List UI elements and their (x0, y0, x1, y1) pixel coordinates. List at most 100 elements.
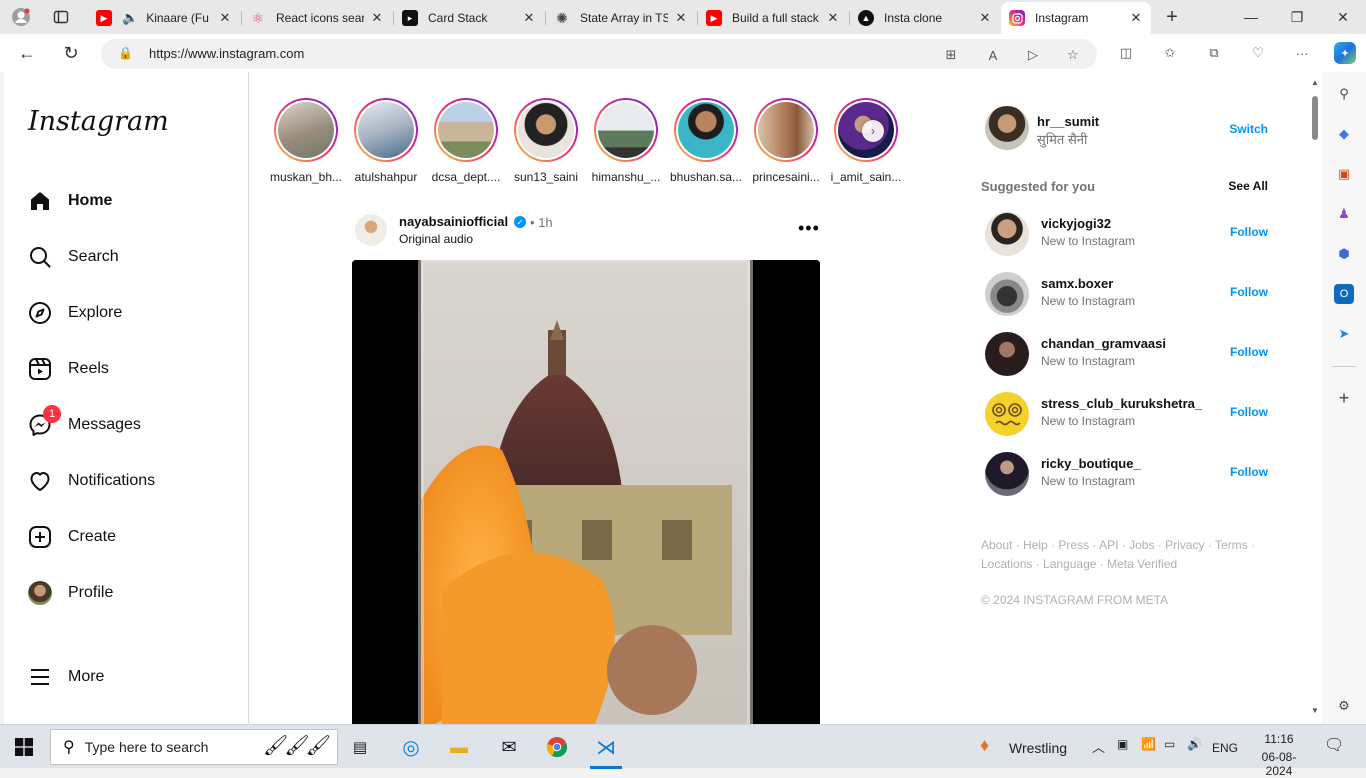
media-icon[interactable]: ▷ (1023, 45, 1043, 65)
story-item[interactable]: bhushan.sa... (668, 98, 744, 184)
chevron-up-icon[interactable]: ︿ (1092, 737, 1105, 756)
tab-card-stack[interactable]: ▸ Card Stack ✕ (394, 4, 544, 32)
close-icon[interactable]: ✕ (218, 10, 232, 26)
add-icon[interactable]: + (1334, 388, 1354, 408)
footer-link[interactable]: API (1099, 538, 1118, 552)
story-item[interactable]: i_amit_sain... (828, 98, 904, 184)
suggestion-username[interactable]: samx.boxer (1041, 276, 1113, 291)
footer-link[interactable]: Jobs (1129, 538, 1154, 552)
footer-link[interactable]: Meta Verified (1107, 557, 1177, 571)
follow-button[interactable]: Follow (1230, 225, 1268, 239)
chrome-icon[interactable] (543, 733, 571, 761)
send-icon[interactable]: ➤ (1334, 324, 1354, 344)
close-icon[interactable]: ✕ (826, 10, 840, 26)
close-icon[interactable]: ✕ (522, 10, 536, 26)
sidebar-item-profile[interactable]: Profile (16, 569, 236, 617)
tab-actions-icon[interactable] (48, 4, 74, 30)
search-icon[interactable]: ⚲ (1334, 84, 1354, 104)
follow-button[interactable]: Follow (1230, 345, 1268, 359)
suggestion-avatar[interactable] (985, 392, 1029, 436)
suggestion-avatar[interactable] (985, 272, 1029, 316)
footer-link[interactable]: Language (1043, 557, 1096, 571)
story-item[interactable]: dcsa_dept.... (428, 98, 504, 184)
file-explorer-icon[interactable]: ▬ (445, 733, 473, 761)
collections-icon[interactable]: ⧉ (1204, 43, 1224, 63)
sidebar-item-explore[interactable]: Explore (16, 289, 236, 337)
current-user-avatar[interactable] (985, 106, 1029, 150)
post-video[interactable] (352, 260, 820, 724)
clock-date[interactable]: 06-08-2024 (1249, 750, 1309, 778)
speaker-icon[interactable]: 🔈 (122, 10, 138, 26)
close-icon[interactable]: ✕ (370, 10, 384, 26)
vscode-icon[interactable]: ⋊ (592, 733, 620, 761)
lock-icon[interactable]: 🔒 (118, 46, 133, 60)
close-icon[interactable]: ✕ (978, 10, 992, 26)
sidebar-item-more[interactable]: More (16, 653, 236, 701)
suggestion-avatar[interactable] (985, 332, 1029, 376)
instagram-logo[interactable]: Instagram (28, 106, 169, 137)
refresh-icon[interactable]: ↻ (58, 40, 84, 66)
suggestion-avatar[interactable] (985, 212, 1029, 256)
post-author-avatar[interactable] (355, 214, 387, 246)
post-username[interactable]: nayabsainiofficial (399, 214, 508, 229)
story-item[interactable]: muskan_bh... (268, 98, 344, 184)
windows-start-icon[interactable] (10, 733, 38, 761)
follow-button[interactable]: Follow (1230, 405, 1268, 419)
office-icon[interactable]: ⬢ (1334, 244, 1354, 264)
tab-instagram[interactable]: Instagram ✕ (1001, 2, 1151, 34)
restore-icon[interactable]: ❐ (1274, 0, 1320, 34)
edge-icon[interactable]: ◎ (397, 733, 425, 761)
weather-text[interactable]: Wrestling (1009, 740, 1067, 756)
shopping-tag-icon[interactable]: ◆ (1334, 124, 1354, 144)
read-aloud-icon[interactable]: A (983, 45, 1003, 65)
meet-icon[interactable]: ▣ (1117, 737, 1128, 751)
suggestion-username[interactable]: vickyjogi32 (1041, 216, 1111, 231)
taskbar-search[interactable]: ⚲ Type here to search 🖌🖌🖌 (50, 729, 338, 765)
volume-icon[interactable]: 🔊 (1187, 737, 1202, 751)
battery-icon[interactable]: ▭ (1164, 737, 1175, 751)
footer-link[interactable]: Help (1023, 538, 1048, 552)
story-item[interactable]: sun13_saini (508, 98, 584, 184)
scroll-thumb[interactable] (1312, 96, 1318, 140)
sidebar-item-create[interactable]: Create (16, 513, 236, 561)
scroll-up-icon[interactable]: ▲ (1311, 78, 1319, 87)
chevron-right-icon[interactable]: › (862, 120, 884, 142)
story-item[interactable]: princesaini... (748, 98, 824, 184)
follow-button[interactable]: Follow (1230, 285, 1268, 299)
back-icon[interactable]: ← (14, 40, 40, 66)
post-audio-link[interactable]: Original audio (399, 232, 473, 246)
current-username[interactable]: hr__sumit (1037, 114, 1099, 129)
sidebar-item-notifications[interactable]: Notifications (16, 457, 236, 505)
settings-more-icon[interactable]: ··· (1292, 43, 1312, 63)
footer-link[interactable]: Privacy (1165, 538, 1204, 552)
close-icon[interactable]: ✕ (1129, 10, 1143, 26)
copilot-icon[interactable]: ✦ (1334, 42, 1356, 64)
browser-essentials-icon[interactable]: ♡ (1248, 43, 1268, 63)
tab-state-array[interactable]: ✺ State Array in TS ✕ (546, 4, 696, 32)
profile-icon[interactable] (8, 4, 34, 30)
notification-center-icon[interactable]: 🗨 (1324, 735, 1344, 755)
outlook-icon[interactable]: O (1334, 284, 1354, 304)
split-screen-icon[interactable]: ◫ (1116, 43, 1136, 63)
language-indicator[interactable]: ENG (1212, 741, 1238, 755)
new-tab-icon[interactable]: + (1159, 4, 1185, 30)
scroll-down-icon[interactable]: ▼ (1311, 706, 1319, 715)
footer-link[interactable]: About (981, 538, 1012, 552)
sidebar-item-messages[interactable]: 1 Messages (16, 401, 236, 449)
tools-icon[interactable]: ▣ (1334, 164, 1354, 184)
see-all-link[interactable]: See All (1228, 179, 1268, 193)
sidebar-item-reels[interactable]: Reels (16, 345, 236, 393)
url-field[interactable]: 🔒 https://www.instagram.com ⊞ A ▷ ☆ (101, 39, 1097, 69)
task-view-icon[interactable]: ▤ (346, 733, 374, 761)
favorite-star-icon[interactable]: ☆ (1063, 45, 1083, 65)
close-icon[interactable]: ✕ (674, 10, 688, 26)
sidebar-item-search[interactable]: Search (16, 233, 236, 281)
sidebar-item-home[interactable]: Home (16, 177, 236, 225)
switch-account-button[interactable]: Switch (1229, 122, 1268, 136)
tab-react-icons[interactable]: ⚛ React icons sear ✕ (242, 4, 392, 32)
minimize-icon[interactable]: — (1228, 0, 1274, 34)
wifi-icon[interactable]: 📶 (1141, 737, 1156, 751)
suggestion-username[interactable]: chandan_gramvaasi (1041, 336, 1166, 351)
clock-time[interactable]: 11:16 (1249, 732, 1309, 746)
games-icon[interactable]: ♟ (1334, 204, 1354, 224)
